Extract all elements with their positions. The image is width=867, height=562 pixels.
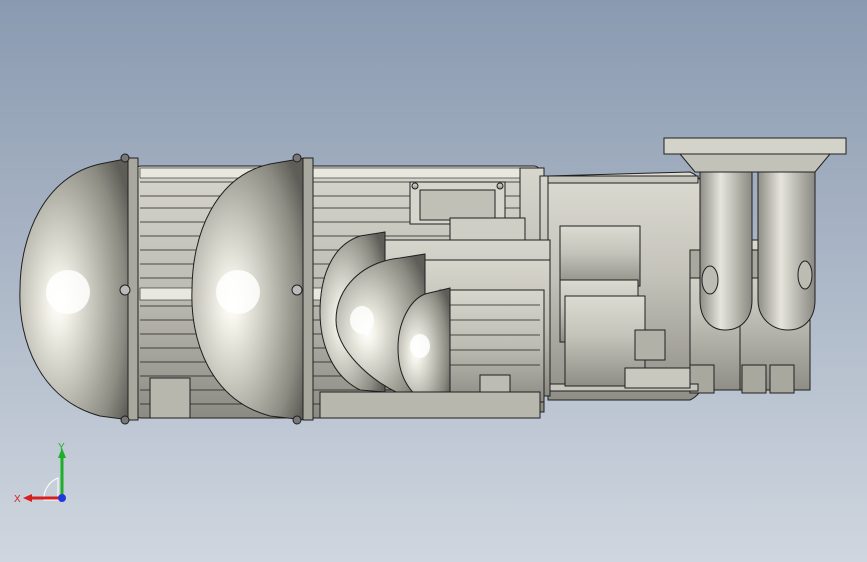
coordinate-triad: Y X: [14, 440, 74, 510]
discharge-pipe-left: [699, 159, 753, 331]
pump-motor-assembly-model[interactable]: [0, 0, 867, 562]
y-axis-label: Y: [58, 442, 65, 453]
triad-svg: Y X: [14, 442, 66, 505]
z-axis-origin: [58, 494, 66, 502]
x-axis-arrowhead: [23, 494, 32, 502]
3d-viewport[interactable]: Y X: [0, 0, 867, 562]
outlet-flange: [663, 137, 847, 173]
x-axis-label: X: [14, 494, 21, 505]
discharge-pipe-right: [757, 159, 816, 331]
